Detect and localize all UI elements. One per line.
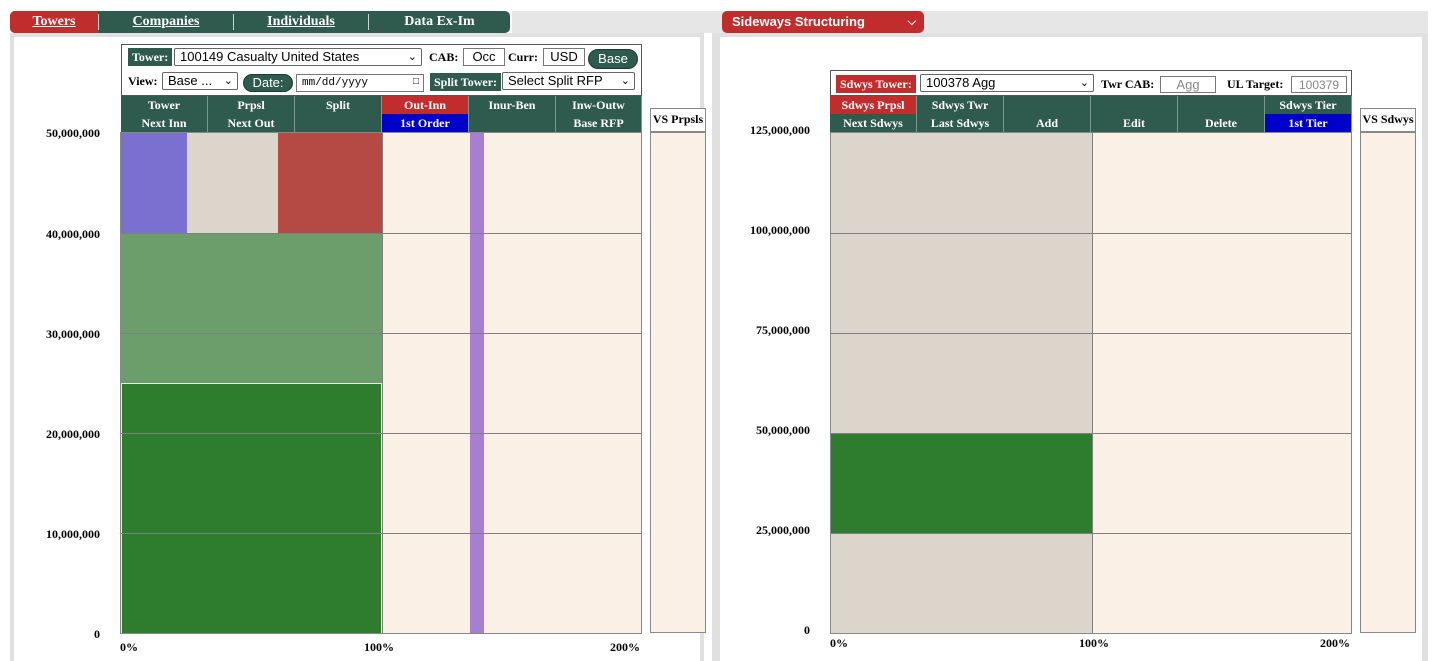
main-nav-bar: Towers Companies Individuals Data Ex-Im (10, 11, 510, 33)
x-tick-label: 0% (120, 640, 138, 654)
nav-tab-companies[interactable]: Companies (99, 11, 233, 33)
vs-prpsls-label[interactable]: VS Prpsls (650, 108, 706, 132)
top-bar-background (512, 11, 1428, 33)
header-sdwys-tier[interactable]: Sdwys Tier (1265, 96, 1352, 114)
y-tick-label: 100,000,000 (750, 223, 810, 237)
calendar-icon: □ (412, 77, 419, 88)
header-next-inn[interactable]: Next Inn (121, 114, 208, 132)
header-sdwys-twr[interactable]: Sdwys Twr (917, 96, 1004, 114)
twr-cab-label: Twr CAB: (1101, 77, 1155, 91)
date-input[interactable]: mm/dd/yyyy □ (296, 74, 424, 92)
header-empty (469, 114, 556, 132)
split-tower-select-value: Select Split RFP (508, 73, 603, 88)
header-empty (295, 114, 382, 132)
twr-cab-input[interactable]: Agg (1160, 76, 1216, 93)
header-inw-outw[interactable]: Inw-Outw (556, 96, 642, 114)
x-tick-label: 200% (1320, 636, 1350, 650)
nav-tab-data-ex-im[interactable]: Data Ex-Im (369, 11, 510, 33)
y-tick-label: 50,000,000 (756, 423, 810, 437)
y-tick-label: 10,000,000 (46, 527, 100, 541)
layer-block[interactable] (121, 233, 382, 383)
header-empty (1178, 96, 1265, 114)
header-empty (1091, 96, 1178, 114)
view-label: View: (128, 74, 158, 88)
x-tick-label: 0% (830, 636, 848, 650)
header-split[interactable]: Split (295, 96, 382, 114)
vs-prpsls-column (650, 132, 706, 633)
header-next-sdwys[interactable]: Next Sdwys (830, 114, 917, 132)
chevron-down-icon: ⌄ (620, 75, 630, 87)
header-last-sdwys[interactable]: Last Sdwys (917, 114, 1004, 132)
curr-label: Curr: (508, 50, 538, 64)
sideways-structuring-dropdown[interactable]: Sideways Structuring ⌵ (722, 11, 924, 33)
header-tower[interactable]: Tower (121, 96, 208, 114)
y-tick-label: 20,000,000 (46, 427, 100, 441)
split-tower-label: Split Tower: (430, 73, 502, 91)
sideways-structuring-label: Sideways Structuring (732, 14, 865, 29)
layer-block[interactable] (187, 133, 278, 233)
nav-tab-towers[interactable]: Towers (10, 11, 98, 33)
gridline (1092, 133, 1093, 633)
chevron-down-icon: ⌵ (907, 16, 916, 28)
view-select[interactable]: Base ... ⌄ (162, 72, 238, 90)
x-tick-label: 100% (1079, 636, 1109, 650)
cab-label: CAB: (429, 50, 459, 64)
ul-target-input[interactable]: 100379 (1291, 76, 1347, 93)
y-tick-label: 40,000,000 (46, 227, 100, 241)
header-1st-tier[interactable]: 1st Tier (1265, 114, 1352, 132)
y-tick-label: 25,000,000 (756, 523, 810, 537)
x-tick-label: 200% (610, 640, 640, 654)
gridline (382, 133, 383, 633)
y-tick-label: 0 (94, 627, 100, 641)
cab-input[interactable]: Occ (463, 48, 505, 66)
header-inur-ben[interactable]: Inur-Ben (469, 96, 556, 114)
header-out-inn[interactable]: Out-Inn (382, 96, 469, 114)
tower-chart-area (120, 132, 642, 634)
chevron-down-icon: ⌄ (223, 75, 233, 87)
sdwys-tower-select[interactable]: 100378 Agg ⌄ (920, 74, 1094, 92)
ul-target-label: UL Target: (1227, 77, 1284, 91)
chevron-down-icon: ⌄ (1079, 77, 1089, 89)
tower-select-value: 100149 Casualty United States (180, 49, 360, 64)
tower-select[interactable]: 100149 Casualty United States ⌄ (174, 48, 422, 66)
delete-button[interactable]: Delete (1178, 114, 1265, 132)
header-1st-order[interactable]: 1st Order (382, 114, 469, 132)
add-button[interactable]: Add (1004, 114, 1091, 132)
chevron-down-icon: ⌄ (407, 51, 417, 63)
x-tick-label: 100% (364, 640, 394, 654)
layer-block[interactable] (121, 133, 187, 233)
layer-block[interactable] (831, 533, 1092, 633)
y-tick-label: 75,000,000 (756, 323, 810, 337)
header-sdwys-prpsl[interactable]: Sdwys Prpsl (830, 96, 917, 114)
edit-button[interactable]: Edit (1091, 114, 1178, 132)
vs-sdwys-column (1360, 132, 1416, 633)
layer-block[interactable] (278, 133, 382, 233)
sdwys-tower-select-value: 100378 Agg (926, 75, 996, 90)
y-tick-label: 50,000,000 (46, 126, 100, 140)
y-tick-label: 0 (804, 623, 810, 637)
layer-block[interactable] (121, 383, 382, 633)
header-next-out[interactable]: Next Out (208, 114, 295, 132)
vs-sdwys-label[interactable]: VS Sdwys (1360, 108, 1416, 132)
y-tick-label: 125,000,000 (750, 123, 810, 137)
layer-block[interactable] (831, 434, 1092, 533)
date-button[interactable]: Date: (243, 74, 293, 92)
view-select-value: Base ... (168, 73, 213, 88)
inur-bar[interactable] (470, 133, 484, 633)
nav-tab-individuals[interactable]: Individuals (234, 11, 368, 33)
y-tick-label: 30,000,000 (46, 327, 100, 341)
tower-label: Tower: (128, 48, 173, 66)
date-placeholder: mm/dd/yyyy (302, 77, 369, 89)
currency-input[interactable]: USD (543, 48, 585, 66)
base-button[interactable]: Base (588, 49, 638, 69)
header-base-rfp[interactable]: Base RFP (556, 114, 642, 132)
sdwys-tower-label: Sdwys Tower: (836, 75, 916, 93)
header-empty (1004, 96, 1091, 114)
split-tower-select[interactable]: Select Split RFP ⌄ (502, 72, 635, 90)
sideways-chart-area (830, 132, 1352, 634)
header-prpsl[interactable]: Prpsl (208, 96, 295, 114)
layer-block[interactable] (831, 133, 1092, 434)
